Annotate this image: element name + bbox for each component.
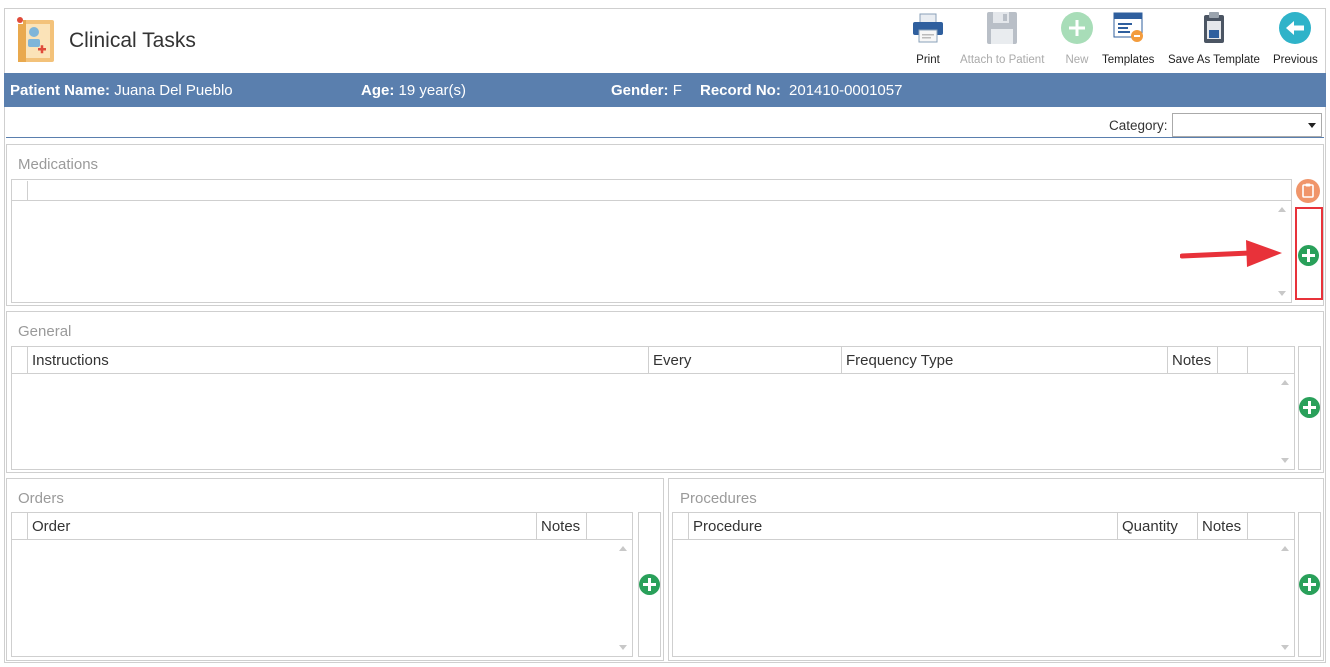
column-order[interactable]: Order — [27, 513, 537, 540]
column-frequency-type[interactable]: Frequency Type — [841, 347, 1168, 374]
print-button[interactable]: Print — [910, 10, 946, 72]
save-as-template-label: Save As Template — [1168, 54, 1260, 66]
divider — [6, 137, 1324, 138]
category-select[interactable] — [1172, 113, 1322, 137]
column-notes[interactable]: Notes — [1197, 513, 1248, 540]
patient-gender: Gender: F — [611, 82, 682, 99]
new-button[interactable]: New — [1059, 10, 1095, 72]
general-title: General — [18, 323, 72, 340]
previous-button[interactable]: Previous — [1273, 10, 1318, 72]
patient-name: Patient Name: Juana Del Pueblo — [10, 82, 233, 99]
column-quantity[interactable]: Quantity — [1117, 513, 1198, 540]
procedures-scrollbar[interactable] — [1277, 540, 1294, 656]
templates-button[interactable]: Templates — [1102, 10, 1154, 72]
column-blank — [586, 513, 617, 540]
new-label: New — [1065, 54, 1089, 66]
column-procedure[interactable]: Procedure — [688, 513, 1118, 540]
clipboard-icon — [1302, 183, 1314, 198]
clipboard-save-icon — [1196, 10, 1232, 46]
scroll-up-icon[interactable] — [1278, 207, 1286, 212]
arrow-right-icon — [1179, 236, 1284, 277]
procedures-grid[interactable]: Procedure Quantity Notes — [672, 512, 1295, 657]
column-blank — [1247, 347, 1278, 374]
column-every[interactable]: Every — [648, 347, 842, 374]
scroll-down-icon[interactable] — [1278, 291, 1286, 296]
add-procedure-button[interactable] — [1299, 574, 1320, 595]
arrow-left-circle-icon — [1277, 10, 1313, 46]
plus-circle-icon — [1059, 10, 1095, 46]
add-order-button[interactable] — [639, 574, 660, 595]
scroll-down-icon[interactable] — [1281, 645, 1289, 650]
procedures-title: Procedures — [680, 490, 757, 507]
medications-clipboard-button[interactable] — [1296, 179, 1320, 203]
medications-title: Medications — [18, 156, 99, 173]
page-title: Clinical Tasks — [69, 29, 196, 52]
save-as-template-button[interactable]: Save As Template — [1168, 10, 1260, 72]
column-blank — [1217, 347, 1248, 374]
scroll-down-icon[interactable] — [619, 645, 627, 650]
medications-grid-header — [12, 180, 1291, 201]
column-notes[interactable]: Notes — [536, 513, 587, 540]
previous-label: Previous — [1273, 54, 1318, 66]
general-grid-header: Instructions Every Frequency Type Notes — [12, 347, 1294, 374]
patient-record-no: Record No: 201410-0001057 — [700, 82, 903, 99]
scroll-up-icon[interactable] — [1281, 546, 1289, 551]
column-blank — [1247, 513, 1278, 540]
template-window-icon — [1110, 10, 1146, 46]
printer-icon — [910, 10, 946, 46]
highlight-box — [1295, 207, 1323, 300]
templates-label: Templates — [1102, 54, 1155, 66]
column-notes[interactable]: Notes — [1167, 347, 1218, 374]
scroll-up-icon[interactable] — [619, 546, 627, 551]
attach-to-patient-label: Attach to Patient — [960, 54, 1045, 66]
scroll-down-icon[interactable] — [1281, 458, 1289, 463]
orders-title: Orders — [18, 490, 64, 507]
general-scrollbar[interactable] — [1277, 374, 1294, 469]
medications-grid[interactable] — [11, 179, 1292, 303]
patient-info-bar: Patient Name: Juana Del Pueblo Age: 19 y… — [4, 73, 1326, 107]
medications-column-divider — [27, 181, 32, 200]
scroll-up-icon[interactable] — [1281, 380, 1289, 385]
orders-scrollbar[interactable] — [615, 540, 632, 656]
column-instructions[interactable]: Instructions — [27, 347, 649, 374]
patient-age: Age: 19 year(s) — [361, 82, 467, 99]
general-grid[interactable]: Instructions Every Frequency Type Notes — [11, 346, 1295, 470]
orders-grid[interactable]: Order Notes — [11, 512, 633, 657]
print-label: Print — [916, 54, 940, 66]
category-label: Category: — [1109, 118, 1168, 133]
clinical-chart-icon — [16, 16, 56, 64]
attach-to-patient-button[interactable]: Attach to Patient — [960, 10, 1044, 72]
chevron-down-icon — [1308, 123, 1316, 128]
add-general-button[interactable] — [1299, 397, 1320, 418]
floppy-disk-icon — [984, 10, 1020, 46]
orders-grid-header: Order Notes — [12, 513, 632, 540]
procedures-grid-header: Procedure Quantity Notes — [673, 513, 1294, 540]
